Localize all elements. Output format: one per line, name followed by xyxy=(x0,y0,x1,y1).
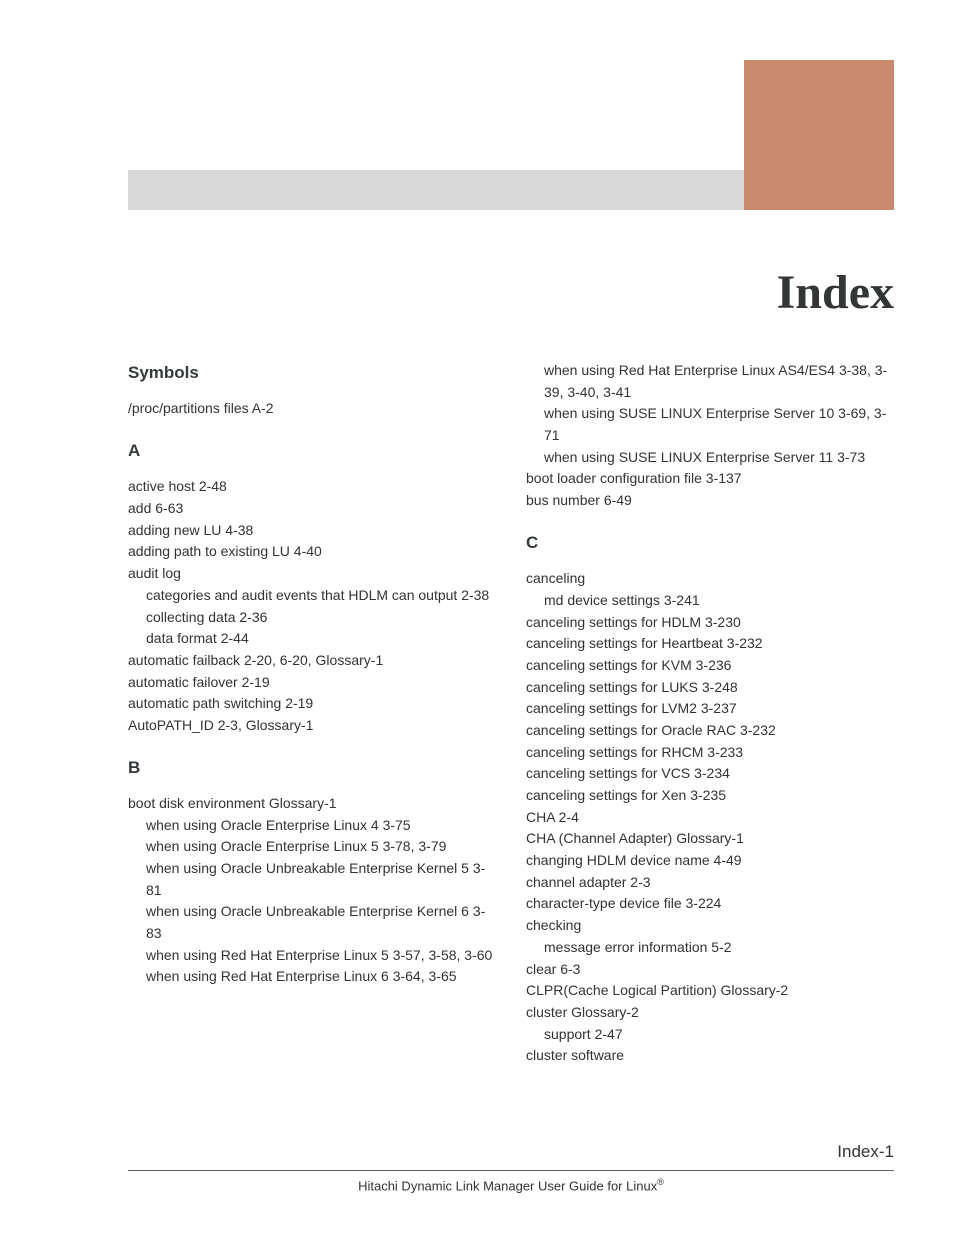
index-subentry: collecting data 2-36 xyxy=(128,607,496,629)
index-subentry: message error information 5-2 xyxy=(526,937,894,959)
index-subentry: support 2-47 xyxy=(526,1024,894,1046)
index-subentry: when using SUSE LINUX Enterprise Server … xyxy=(526,447,894,469)
index-subentry: when using Oracle Unbreakable Enterprise… xyxy=(128,858,496,901)
index-entry: canceling settings for LVM2 3-237 xyxy=(526,698,894,720)
index-entry: channel adapter 2-3 xyxy=(526,872,894,894)
index-entry: canceling settings for RHCM 3-233 xyxy=(526,742,894,764)
index-subentry: when using SUSE LINUX Enterprise Server … xyxy=(526,403,894,446)
footer-divider xyxy=(128,1170,894,1171)
index-subentry: when using Oracle Enterprise Linux 4 3-7… xyxy=(128,815,496,837)
index-entry: add 6-63 xyxy=(128,498,496,520)
index-entry: canceling xyxy=(526,568,894,590)
index-entry: /proc/partitions files A-2 xyxy=(128,398,496,420)
index-entry: CLPR(Cache Logical Partition) Glossary-2 xyxy=(526,980,894,1002)
heading-b: B xyxy=(128,755,496,781)
index-entry: checking xyxy=(526,915,894,937)
header-accent-block xyxy=(744,60,894,210)
index-entry: cluster Glossary-2 xyxy=(526,1002,894,1024)
header-gray-bar xyxy=(128,170,744,210)
registered-mark: ® xyxy=(657,1177,664,1187)
index-subentry: when using Red Hat Enterprise Linux 6 3-… xyxy=(128,966,496,988)
page-number: Index-1 xyxy=(128,1142,894,1162)
index-subentry: md device settings 3-241 xyxy=(526,590,894,612)
index-entry: automatic path switching 2-19 xyxy=(128,693,496,715)
index-entry: canceling settings for Heartbeat 3-232 xyxy=(526,633,894,655)
index-entry: canceling settings for KVM 3-236 xyxy=(526,655,894,677)
index-entry: CHA 2-4 xyxy=(526,807,894,829)
index-subentry: when using Red Hat Enterprise Linux AS4/… xyxy=(526,360,894,403)
index-entry: clear 6-3 xyxy=(526,959,894,981)
index-subentry: data format 2-44 xyxy=(128,628,496,650)
index-entry: changing HDLM device name 4-49 xyxy=(526,850,894,872)
footer-title-text: Hitachi Dynamic Link Manager User Guide … xyxy=(358,1178,657,1193)
index-subentry: categories and audit events that HDLM ca… xyxy=(128,585,496,607)
index-entry: canceling settings for LUKS 3-248 xyxy=(526,677,894,699)
page-title: Index xyxy=(777,265,894,320)
heading-a: A xyxy=(128,438,496,464)
index-entry: boot disk environment Glossary-1 xyxy=(128,793,496,815)
index-entry: canceling settings for HDLM 3-230 xyxy=(526,612,894,634)
page-footer: Index-1 Hitachi Dynamic Link Manager Use… xyxy=(128,1142,894,1193)
index-entry: character-type device file 3-224 xyxy=(526,893,894,915)
left-column: Symbols /proc/partitions files A-2 A act… xyxy=(128,360,496,1067)
index-entry: canceling settings for VCS 3-234 xyxy=(526,763,894,785)
index-entry: active host 2-48 xyxy=(128,476,496,498)
index-entry: canceling settings for Oracle RAC 3-232 xyxy=(526,720,894,742)
index-entry: automatic failover 2-19 xyxy=(128,672,496,694)
index-entry: cluster software xyxy=(526,1045,894,1067)
heading-c: C xyxy=(526,530,894,556)
header-banner xyxy=(128,60,894,210)
index-subentry: when using Oracle Enterprise Linux 5 3-7… xyxy=(128,836,496,858)
index-subentry: when using Red Hat Enterprise Linux 5 3-… xyxy=(128,945,496,967)
index-subentry: when using Oracle Unbreakable Enterprise… xyxy=(128,901,496,944)
index-content: Symbols /proc/partitions files A-2 A act… xyxy=(128,360,894,1067)
index-entry: CHA (Channel Adapter) Glossary-1 xyxy=(526,828,894,850)
index-entry: adding path to existing LU 4-40 xyxy=(128,541,496,563)
right-column: when using Red Hat Enterprise Linux AS4/… xyxy=(526,360,894,1067)
index-entry: adding new LU 4-38 xyxy=(128,520,496,542)
heading-symbols: Symbols xyxy=(128,360,496,386)
index-entry: automatic failback 2-20, 6-20, Glossary-… xyxy=(128,650,496,672)
index-entry: bus number 6-49 xyxy=(526,490,894,512)
index-entry: audit log xyxy=(128,563,496,585)
index-entry: boot loader configuration file 3-137 xyxy=(526,468,894,490)
index-entry: canceling settings for Xen 3-235 xyxy=(526,785,894,807)
footer-title: Hitachi Dynamic Link Manager User Guide … xyxy=(128,1177,894,1193)
index-entry: AutoPATH_ID 2-3, Glossary-1 xyxy=(128,715,496,737)
